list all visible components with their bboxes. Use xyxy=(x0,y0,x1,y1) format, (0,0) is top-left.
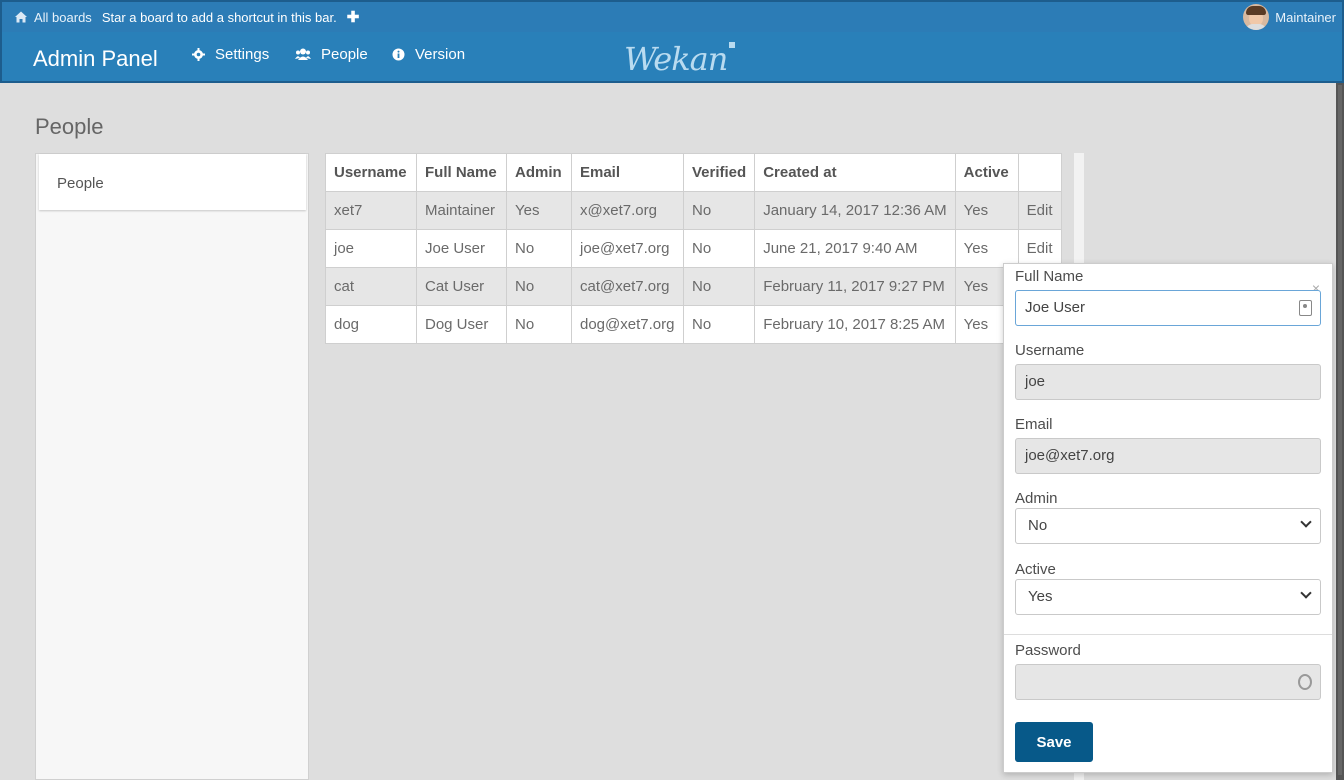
table-row: joe Joe User No joe@xet7.org No June 21,… xyxy=(325,229,1062,268)
cell-admin: No xyxy=(506,229,572,268)
cell-fullname: Joe User xyxy=(416,229,507,268)
edit-link[interactable]: Edit xyxy=(1017,229,1062,268)
fullname-field[interactable]: Joe User xyxy=(1015,290,1321,326)
cell-username: xet7 xyxy=(325,191,417,230)
admin-sidebar: People xyxy=(35,153,309,780)
admin-header: Admin Panel Settings People Version Weka… xyxy=(0,32,1344,83)
chevron-down-icon xyxy=(1300,587,1312,599)
user-name[interactable]: Maintainer xyxy=(1275,10,1336,25)
scrollbar[interactable] xyxy=(1336,83,1344,780)
email-value: joe@xet7.org xyxy=(1025,447,1115,464)
home-icon[interactable] xyxy=(14,10,28,24)
active-select-value: Yes xyxy=(1028,588,1053,605)
sidebar-item-people[interactable]: People xyxy=(39,154,306,210)
col-created: Created at xyxy=(754,153,956,192)
cell-email: cat@xet7.org xyxy=(571,267,684,306)
nav-version[interactable]: Version xyxy=(392,46,465,63)
admin-label: Admin xyxy=(1015,490,1058,507)
email-field[interactable]: joe@xet7.org xyxy=(1015,438,1321,474)
cell-created: February 10, 2017 8:25 AM xyxy=(754,305,956,344)
cell-fullname: Dog User xyxy=(416,305,507,344)
contact-card-icon xyxy=(1299,300,1312,316)
page-heading: Admin Panel xyxy=(33,46,158,71)
table-header-row: Username Full Name Admin Email Verified … xyxy=(325,153,1062,192)
cell-verified: No xyxy=(682,267,756,306)
fullname-label: Full Name xyxy=(1015,268,1084,285)
top-bar: All boards Star a board to add a shortcu… xyxy=(0,0,1344,32)
cell-active: Yes xyxy=(954,229,1019,268)
add-shortcut-icon[interactable]: ✚ xyxy=(347,8,360,26)
avatar[interactable] xyxy=(1243,4,1270,30)
nav-people-label[interactable]: People xyxy=(321,46,368,63)
password-field[interactable] xyxy=(1015,664,1321,700)
active-label: Active xyxy=(1015,561,1056,578)
users-icon xyxy=(295,48,311,60)
nav-settings[interactable]: Settings xyxy=(192,46,269,63)
col-admin: Admin xyxy=(506,153,572,192)
password-label: Password xyxy=(1015,642,1081,659)
col-fullname: Full Name xyxy=(416,153,507,192)
wekan-logo: Wekan xyxy=(624,40,736,78)
cell-admin: No xyxy=(506,305,572,344)
cell-email: joe@xet7.org xyxy=(571,229,684,268)
active-select[interactable]: Yes xyxy=(1015,579,1321,615)
user-menu[interactable]: Maintainer xyxy=(1243,4,1336,30)
admin-select[interactable]: No xyxy=(1015,508,1321,544)
cell-username: joe xyxy=(325,229,417,268)
cell-created: June 21, 2017 9:40 AM xyxy=(754,229,956,268)
table-row: cat Cat User No cat@xet7.org No February… xyxy=(325,267,1062,306)
people-table: Username Full Name Admin Email Verified … xyxy=(325,153,1062,344)
cell-admin: No xyxy=(506,267,572,306)
cell-verified: No xyxy=(682,305,756,344)
col-active: Active xyxy=(954,153,1019,192)
username-field[interactable]: joe xyxy=(1015,364,1321,400)
cell-verified: No xyxy=(682,229,756,268)
cell-active: Yes xyxy=(954,191,1019,230)
fullname-value: Joe User xyxy=(1025,299,1086,316)
cell-fullname: Maintainer xyxy=(416,191,507,230)
table-row: xet7 Maintainer Yes x@xet7.org No Januar… xyxy=(325,191,1062,230)
divider xyxy=(1004,634,1332,635)
gear-icon xyxy=(192,48,205,61)
col-verified: Verified xyxy=(682,153,756,192)
nav-settings-label[interactable]: Settings xyxy=(215,46,269,63)
col-username: Username xyxy=(325,153,417,192)
cell-created: January 14, 2017 12:36 AM xyxy=(754,191,956,230)
cell-admin: Yes xyxy=(506,191,572,230)
username-value: joe xyxy=(1025,373,1046,390)
edit-link[interactable]: Edit xyxy=(1017,191,1062,230)
admin-select-value: No xyxy=(1028,517,1048,534)
chevron-down-icon xyxy=(1300,516,1312,528)
nav-version-label[interactable]: Version xyxy=(415,46,465,63)
username-label: Username xyxy=(1015,342,1085,359)
cell-username: cat xyxy=(325,267,417,306)
password-key-icon xyxy=(1298,674,1312,690)
table-row: dog Dog User No dog@xet7.org No February… xyxy=(325,305,1062,344)
page-title: People xyxy=(35,114,104,139)
edit-user-popup: × Full Name Joe User Username joe Email … xyxy=(1003,263,1333,773)
col-email: Email xyxy=(571,153,684,192)
shortcut-hint: Star a board to add a shortcut in this b… xyxy=(101,9,337,25)
email-label: Email xyxy=(1015,416,1053,433)
save-button[interactable]: Save xyxy=(1015,722,1093,762)
info-icon xyxy=(392,48,405,61)
col-edit xyxy=(1017,153,1062,192)
cell-email: x@xet7.org xyxy=(571,191,684,230)
all-boards-link[interactable]: All boards xyxy=(34,10,92,25)
cell-email: dog@xet7.org xyxy=(571,305,684,344)
cell-created: February 11, 2017 9:27 PM xyxy=(754,267,956,306)
cell-fullname: Cat User xyxy=(416,267,507,306)
nav-people[interactable]: People xyxy=(295,46,368,63)
cell-username: dog xyxy=(325,305,417,344)
cell-verified: No xyxy=(682,191,756,230)
